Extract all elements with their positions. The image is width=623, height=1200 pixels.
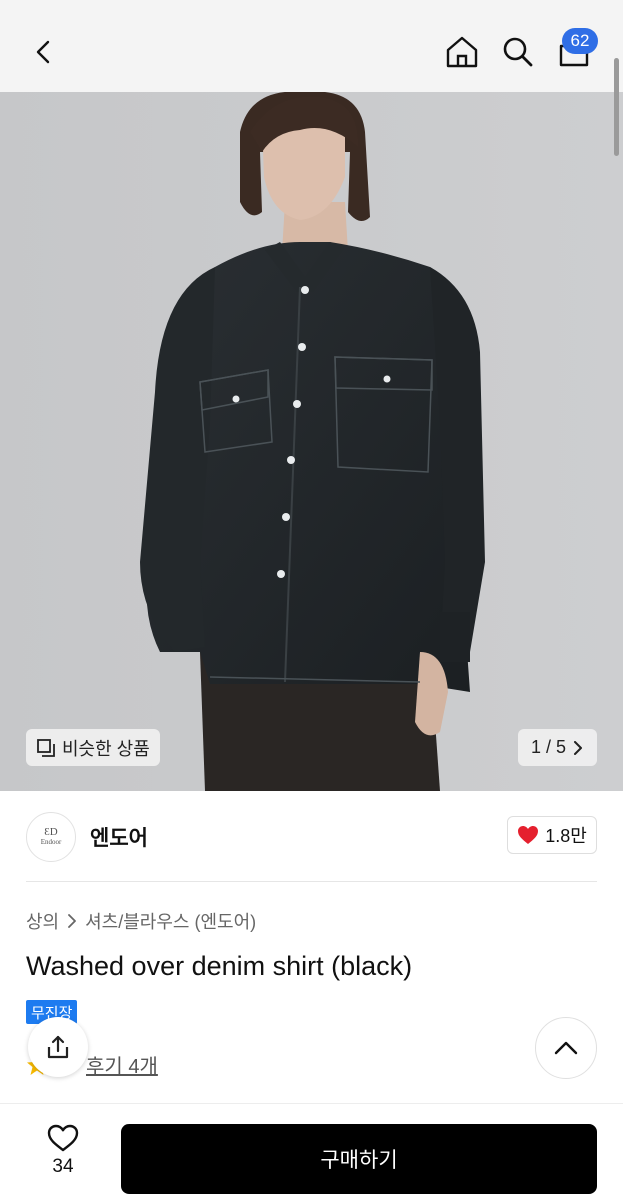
section-divider — [26, 881, 597, 882]
page-scrollbar[interactable] — [614, 58, 619, 156]
wishlist-button[interactable]: 34 — [28, 1124, 98, 1190]
brand-like-count: 1.8만 — [545, 826, 587, 846]
share-icon — [47, 1035, 69, 1059]
scroll-to-top-button[interactable] — [535, 1017, 597, 1079]
search-button[interactable] — [494, 28, 542, 76]
category-breadcrumb: 상의 셔츠/블라우스 (엔도어) — [26, 908, 256, 934]
brand-logo-mark: ƐD — [44, 826, 58, 838]
wishlist-count: 34 — [52, 1156, 74, 1177]
top-navigation-bar: 62 — [0, 0, 623, 92]
back-arrow-icon — [36, 40, 50, 64]
heart-outline-icon — [47, 1124, 79, 1152]
review-count-link[interactable]: 후기 4개 — [86, 1050, 158, 1079]
brand-logo-text: Endoor — [40, 838, 62, 846]
product-image-gallery[interactable] — [0, 92, 623, 791]
copy-icon — [37, 738, 55, 757]
brand-logo[interactable]: ƐD Endoor — [26, 812, 76, 862]
chevron-right-icon — [574, 740, 583, 755]
page-indicator-text: 1 / 5 — [530, 737, 567, 757]
search-icon — [503, 37, 533, 67]
brand-like-button[interactable]: 1.8만 — [507, 816, 597, 854]
chevron-right-icon — [68, 914, 77, 928]
heart-filled-icon — [518, 826, 539, 844]
similar-products-label: 비슷한 상품 — [62, 738, 150, 759]
breadcrumb-category[interactable]: 상의 — [26, 908, 59, 934]
share-button[interactable] — [28, 1017, 88, 1077]
home-button[interactable] — [438, 28, 486, 76]
cart-count-badge: 62 — [562, 28, 598, 54]
brand-name[interactable]: 엔도어 — [90, 822, 148, 852]
similar-products-button[interactable]: 비슷한 상품 — [26, 729, 160, 766]
chevron-up-icon — [554, 1041, 578, 1055]
home-icon — [446, 36, 478, 68]
back-button[interactable] — [20, 28, 68, 76]
breadcrumb-subcategory[interactable]: 셔츠/블라우스 (엔도어) — [85, 908, 256, 934]
image-page-indicator[interactable]: 1 / 5 — [518, 729, 597, 766]
product-title: Washed over denim shirt (black) — [26, 951, 413, 981]
buy-button[interactable]: 구매하기 — [121, 1124, 597, 1194]
product-photo — [0, 92, 623, 791]
